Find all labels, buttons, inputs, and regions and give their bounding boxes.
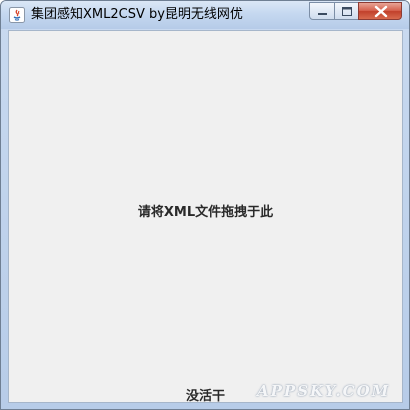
title-bar[interactable]: 集团感知XML2CSV by昆明无线网优 xyxy=(1,1,409,29)
maximize-button[interactable] xyxy=(334,2,359,20)
maximize-icon xyxy=(342,7,352,16)
minimize-icon xyxy=(318,13,327,15)
drop-hint-label: 请将XML文件拖拽于此 xyxy=(137,205,274,220)
app-window: 集团感知XML2CSV by昆明无线网优 请将XML文件拖拽于此 没活干 APP… xyxy=(0,0,410,410)
window-title: 集团感知XML2CSV by昆明无线网优 xyxy=(31,7,243,22)
watermark-logo: APPSKY.COM xyxy=(257,382,391,400)
drop-zone-panel[interactable]: 请将XML文件拖拽于此 没活干 xyxy=(8,30,403,404)
minimize-button[interactable] xyxy=(309,2,335,20)
close-icon xyxy=(374,5,388,18)
close-button[interactable] xyxy=(358,2,402,20)
java-app-icon[interactable] xyxy=(9,7,25,23)
